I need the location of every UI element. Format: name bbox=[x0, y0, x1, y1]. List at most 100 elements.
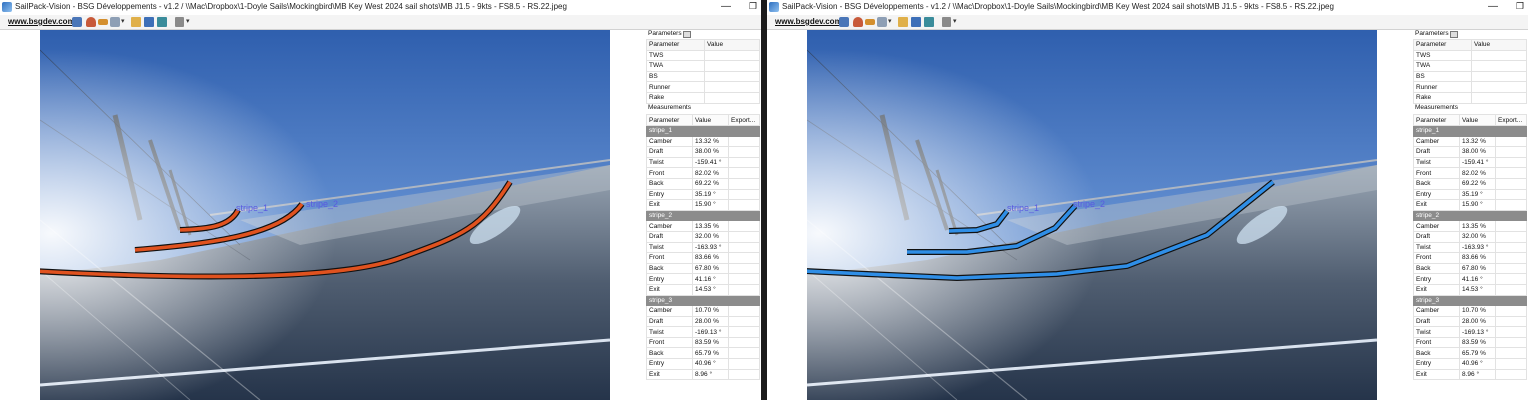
table-header[interactable]: Parameter Value Export... bbox=[1413, 114, 1527, 126]
table-row[interactable]: TWS bbox=[646, 49, 760, 62]
table-row[interactable]: Camber 13.35 % bbox=[1413, 220, 1527, 232]
batch-icon[interactable] bbox=[110, 17, 120, 27]
pin-icon[interactable] bbox=[683, 31, 691, 38]
table-row[interactable]: Back 67.80 % bbox=[646, 262, 760, 275]
export-cell bbox=[1495, 326, 1527, 338]
folder-open-icon[interactable] bbox=[898, 17, 908, 27]
table-row[interactable]: Twist -159.41 ° bbox=[1413, 156, 1527, 169]
export-icon[interactable] bbox=[924, 17, 934, 27]
measure-icon[interactable] bbox=[865, 19, 875, 25]
table-row[interactable]: Entry 41.16 ° bbox=[646, 273, 760, 285]
table-row[interactable]: Exit 8.96 ° bbox=[1413, 368, 1527, 381]
minimize-icon[interactable]: — bbox=[721, 1, 731, 12]
group-header-row[interactable]: stripe_3 bbox=[646, 294, 760, 307]
table-row[interactable]: Front 83.59 % bbox=[1413, 336, 1527, 349]
table-row[interactable]: Front 83.66 % bbox=[1413, 252, 1527, 264]
table-row[interactable]: Front 83.66 % bbox=[646, 252, 760, 264]
pin-icon[interactable] bbox=[1450, 31, 1458, 38]
table-row[interactable]: Rake bbox=[1413, 91, 1527, 104]
chevron-down-icon[interactable]: ▾ bbox=[186, 17, 190, 25]
table-header[interactable]: Parameter Value bbox=[646, 39, 760, 51]
table-row[interactable]: Twist -159.41 ° bbox=[646, 156, 760, 169]
table-row[interactable]: Entry 35.19 ° bbox=[1413, 188, 1527, 201]
table-header[interactable]: Parameter Value bbox=[1413, 39, 1527, 51]
chevron-down-icon[interactable]: ▾ bbox=[121, 17, 125, 25]
sail-photo[interactable]: stripe_1 stripe_2 bbox=[807, 30, 1377, 400]
group-header-row[interactable]: stripe_3 bbox=[1413, 294, 1527, 307]
table-row[interactable]: BS bbox=[1413, 70, 1527, 83]
measure-name: Front bbox=[1413, 167, 1460, 179]
table-row[interactable]: TWA bbox=[646, 60, 760, 72]
restore-icon[interactable]: ❐ bbox=[1516, 1, 1524, 12]
table-row[interactable]: Exit 14.53 ° bbox=[1413, 283, 1527, 296]
sail-photo[interactable]: stripe_1 stripe_2 bbox=[40, 30, 610, 400]
table-row[interactable]: Twist -169.13 ° bbox=[1413, 326, 1527, 338]
table-row[interactable]: Draft 38.00 % bbox=[646, 146, 760, 158]
restore-icon[interactable]: ❐ bbox=[749, 1, 757, 12]
table-row[interactable]: Exit 15.90 ° bbox=[646, 199, 760, 211]
table-row[interactable]: TWS bbox=[1413, 49, 1527, 62]
table-row[interactable]: Draft 28.00 % bbox=[646, 315, 760, 328]
batch-icon[interactable] bbox=[877, 17, 887, 27]
table-row[interactable]: Entry 40.96 ° bbox=[1413, 358, 1527, 370]
detect-stripes-icon[interactable] bbox=[853, 17, 863, 27]
table-row[interactable]: Exit 14.53 ° bbox=[646, 283, 760, 296]
title-bar[interactable]: SailPack-Vision - BSG Développements - v… bbox=[767, 0, 1528, 16]
site-link[interactable]: www.bsgdev.com bbox=[8, 17, 75, 26]
table-row[interactable]: Draft 32.00 % bbox=[646, 230, 760, 243]
table-row[interactable]: Twist -163.93 ° bbox=[1413, 241, 1527, 254]
table-row[interactable]: Twist -169.13 ° bbox=[646, 326, 760, 338]
measure-name: Front bbox=[1413, 336, 1460, 349]
table-row[interactable]: Runner bbox=[646, 81, 760, 93]
table-row[interactable]: Entry 40.96 ° bbox=[646, 358, 760, 370]
save-icon[interactable] bbox=[144, 17, 154, 27]
save-icon[interactable] bbox=[911, 17, 921, 27]
open-image-icon[interactable] bbox=[72, 17, 82, 27]
table-row[interactable]: Draft 28.00 % bbox=[1413, 315, 1527, 328]
group-header-row[interactable]: stripe_2 bbox=[1413, 209, 1527, 222]
table-row[interactable]: Exit 8.96 ° bbox=[646, 368, 760, 381]
table-row[interactable]: Back 67.80 % bbox=[1413, 262, 1527, 275]
table-row[interactable]: Camber 10.70 % bbox=[646, 305, 760, 317]
table-row[interactable]: Front 83.59 % bbox=[646, 336, 760, 349]
table-row[interactable]: Rake bbox=[646, 91, 760, 104]
side-panel: Parameters Parameter Value TWS TWA BS Runner R… bbox=[1411, 30, 1528, 400]
table-row[interactable]: Exit 15.90 ° bbox=[1413, 199, 1527, 211]
table-row[interactable]: Front 82.02 % bbox=[1413, 167, 1527, 179]
group-header-row[interactable]: stripe_2 bbox=[646, 209, 760, 222]
image-view[interactable]: stripe_1 stripe_2 bbox=[767, 30, 1407, 400]
group-header-row[interactable]: stripe_1 bbox=[646, 125, 760, 137]
tools-icon[interactable] bbox=[942, 17, 951, 27]
table-row[interactable]: Back 69.22 % bbox=[646, 177, 760, 190]
table-row[interactable]: BS bbox=[646, 70, 760, 83]
measure-icon[interactable] bbox=[98, 19, 108, 25]
open-image-icon[interactable] bbox=[839, 17, 849, 27]
export-icon[interactable] bbox=[157, 17, 167, 27]
table-row[interactable]: Camber 10.70 % bbox=[1413, 305, 1527, 317]
group-header-row[interactable]: stripe_1 bbox=[1413, 125, 1527, 137]
table-row[interactable]: Draft 32.00 % bbox=[1413, 230, 1527, 243]
tools-icon[interactable] bbox=[175, 17, 184, 27]
table-header[interactable]: Parameter Value Export... bbox=[646, 114, 760, 126]
table-row[interactable]: Twist -163.93 ° bbox=[646, 241, 760, 254]
table-row[interactable]: Camber 13.32 % bbox=[1413, 135, 1527, 148]
table-row[interactable]: Back 69.22 % bbox=[1413, 177, 1527, 190]
table-row[interactable]: Back 65.79 % bbox=[1413, 347, 1527, 360]
table-row[interactable]: Front 82.02 % bbox=[646, 167, 760, 179]
image-view[interactable]: stripe_1 stripe_2 bbox=[0, 30, 640, 400]
folder-open-icon[interactable] bbox=[131, 17, 141, 27]
site-link[interactable]: www.bsgdev.com bbox=[775, 17, 842, 26]
title-bar[interactable]: SailPack-Vision - BSG Développements - v… bbox=[0, 0, 761, 16]
table-row[interactable]: Camber 13.32 % bbox=[646, 135, 760, 148]
table-row[interactable]: Entry 35.19 ° bbox=[646, 188, 760, 201]
detect-stripes-icon[interactable] bbox=[86, 17, 96, 27]
table-row[interactable]: Runner bbox=[1413, 81, 1527, 93]
table-row[interactable]: TWA bbox=[1413, 60, 1527, 72]
table-row[interactable]: Back 65.79 % bbox=[646, 347, 760, 360]
chevron-down-icon[interactable]: ▾ bbox=[888, 17, 892, 25]
chevron-down-icon[interactable]: ▾ bbox=[953, 17, 957, 25]
minimize-icon[interactable]: — bbox=[1488, 1, 1498, 12]
table-row[interactable]: Entry 41.16 ° bbox=[1413, 273, 1527, 285]
table-row[interactable]: Draft 38.00 % bbox=[1413, 146, 1527, 158]
table-row[interactable]: Camber 13.35 % bbox=[646, 220, 760, 232]
